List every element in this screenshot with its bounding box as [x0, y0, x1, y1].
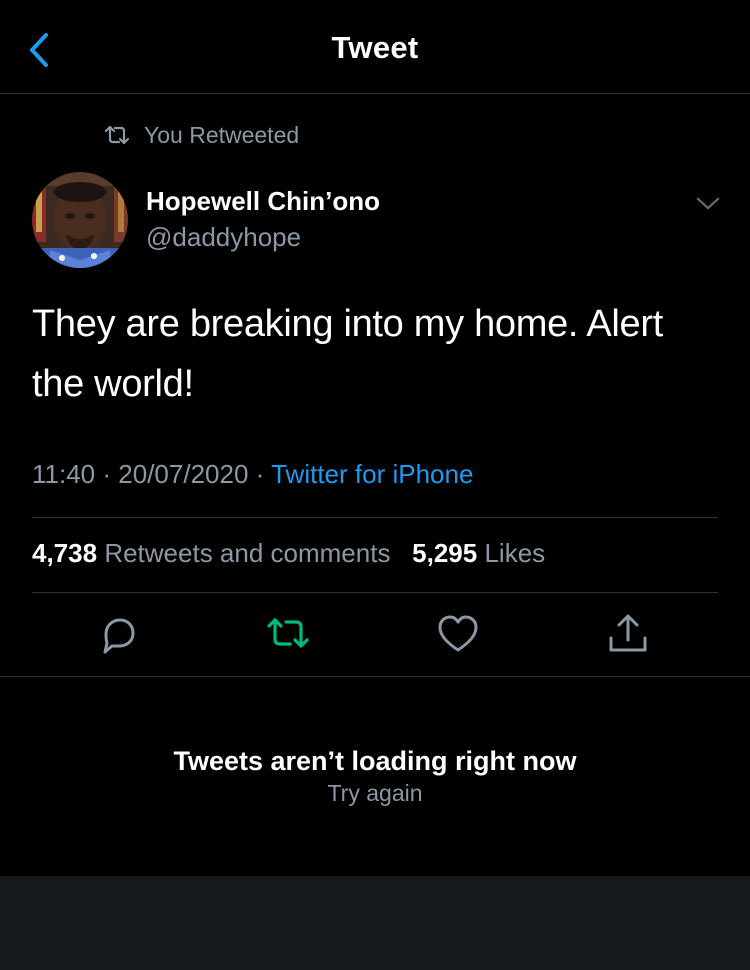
share-button[interactable] [606, 612, 650, 656]
retweets-count: 4,738 [32, 538, 98, 568]
retweets-stat[interactable]: 4,738 Retweets and comments [32, 538, 398, 568]
meta-separator: · [255, 459, 265, 489]
retweet-context: You Retweeted [104, 120, 299, 150]
tweet-date: 20/07/2020 [118, 459, 249, 489]
likes-count: 5,295 [412, 538, 478, 568]
share-icon [609, 614, 647, 652]
divider [32, 592, 718, 593]
divider [0, 676, 750, 677]
retweet-icon [104, 125, 130, 145]
likes-label: Likes [484, 538, 546, 568]
tweet-text: They are breaking into my home. Alert th… [32, 303, 663, 405]
like-button[interactable] [436, 612, 480, 656]
error-message: Tweets aren’t loading right now [173, 746, 577, 776]
meta-separator: · [102, 459, 112, 489]
avatar[interactable] [32, 172, 128, 268]
action-bar [0, 612, 750, 660]
retweets-label: Retweets and comments [104, 538, 391, 568]
try-again-container: Try again [0, 780, 750, 807]
chevron-down-icon [696, 197, 720, 210]
page-title: Tweet [331, 30, 419, 65]
tweet-metadata: 11:40 · 20/07/2020 · Twitter for iPhone [32, 459, 473, 490]
tweet-time: 11:40 [32, 459, 96, 489]
reply-icon [103, 618, 135, 654]
retweet-button[interactable] [266, 612, 310, 656]
avatar-image [32, 172, 128, 268]
retweet-icon [267, 618, 309, 648]
divider [32, 517, 718, 518]
likes-stat[interactable]: 5,295 Likes [412, 538, 545, 568]
bottom-area [0, 876, 750, 970]
tweet-source-link[interactable]: Twitter for iPhone [271, 459, 473, 489]
reply-button[interactable] [97, 612, 141, 656]
top-bar: Tweet [0, 0, 750, 94]
retweet-context-label: You Retweeted [144, 121, 300, 148]
more-options-button[interactable] [694, 192, 722, 214]
author-display-name[interactable]: Hopewell Chin’ono [146, 186, 380, 217]
try-again-button[interactable]: Try again [327, 780, 422, 806]
tweet-stats: 4,738 Retweets and comments 5,295 Likes [32, 538, 545, 569]
heart-icon [438, 615, 478, 652]
author-handle[interactable]: @daddyhope [146, 222, 301, 253]
